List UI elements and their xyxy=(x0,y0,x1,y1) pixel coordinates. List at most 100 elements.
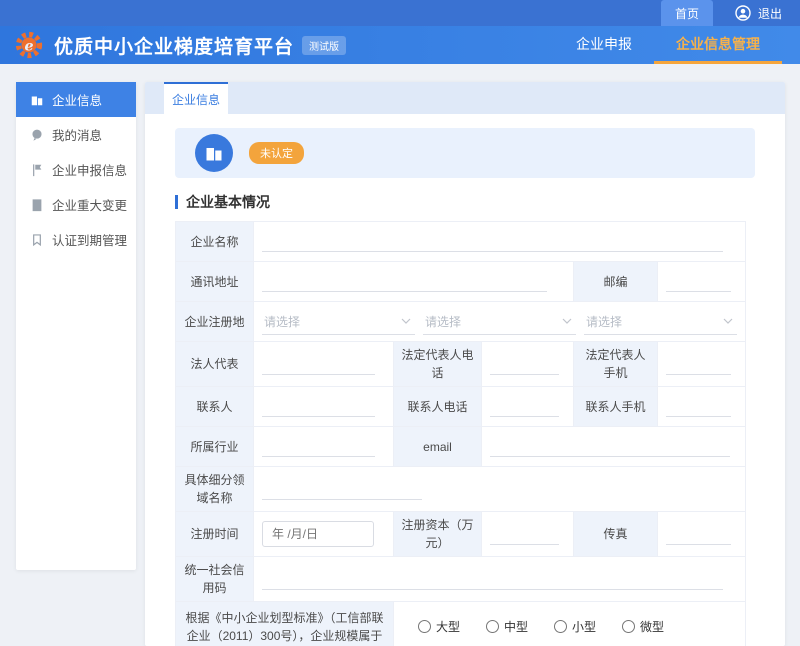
address-input[interactable] xyxy=(262,271,547,292)
section-accent-bar xyxy=(175,195,178,209)
enterprise-avatar xyxy=(195,134,233,172)
register-date-input[interactable] xyxy=(262,521,374,547)
radio-button[interactable] xyxy=(486,620,499,633)
field-label-industry: 所属行业 xyxy=(176,427,254,467)
subfield-input[interactable] xyxy=(262,479,422,500)
scale-radio-medium[interactable]: 中型 xyxy=(486,618,528,635)
declare-icon xyxy=(30,163,44,177)
section-header: 企业基本情况 xyxy=(175,192,755,212)
register-place-city-select[interactable]: 请选择 xyxy=(423,309,576,335)
enterprise-status-banner: 未认定 xyxy=(175,128,755,178)
legal-rep-mobile-input[interactable] xyxy=(666,354,731,375)
field-label-scale-question: 根据《中小企业划型标准》（工信部联企业（2011）300号），企业规模属于 xyxy=(176,602,394,646)
scale-radio-small[interactable]: 小型 xyxy=(554,618,596,635)
radio-label: 大型 xyxy=(436,618,460,635)
fax-input[interactable] xyxy=(666,524,731,545)
field-label-email: email xyxy=(394,427,482,467)
contact-mobile-input[interactable] xyxy=(666,396,731,417)
email-input[interactable] xyxy=(490,436,730,457)
field-label-fax: 传真 xyxy=(574,512,658,557)
version-badge: 测试版 xyxy=(302,36,346,55)
field-label-postcode: 邮编 xyxy=(574,262,658,302)
nav-item-enterprise-declare[interactable]: 企业申报 xyxy=(554,26,654,64)
logout-label: 退出 xyxy=(758,5,782,22)
radio-button[interactable] xyxy=(622,620,635,633)
company-name-input[interactable] xyxy=(262,231,723,252)
main-nav: 企业申报 企业信息管理 xyxy=(554,26,782,64)
field-label-company-name: 企业名称 xyxy=(176,222,254,262)
app-header: e 优质中小企业梯度培育平台 测试版 企业申报 企业信息管理 xyxy=(0,26,800,64)
register-place-district-select[interactable]: 请选择 xyxy=(584,309,737,335)
radio-button[interactable] xyxy=(554,620,567,633)
contact-phone-input[interactable] xyxy=(490,396,559,417)
field-label-credit-code: 统一社会信用码 xyxy=(176,557,254,602)
legal-rep-input[interactable] xyxy=(262,354,375,375)
field-label-contact-mobile: 联系人手机 xyxy=(574,387,658,427)
sidebar-item-label: 企业信息 xyxy=(52,90,102,109)
section-title: 企业基本情况 xyxy=(186,192,270,212)
nav-item-enterprise-info-manage[interactable]: 企业信息管理 xyxy=(654,26,782,64)
app-title: 优质中小企业梯度培育平台 xyxy=(54,32,294,59)
radio-button[interactable] xyxy=(418,620,431,633)
register-capital-input[interactable] xyxy=(490,524,559,545)
sidebar-item-enterprise-info[interactable]: 企业信息 xyxy=(16,82,136,117)
sidebar-item-label: 企业申报信息 xyxy=(52,160,127,179)
credit-code-input[interactable] xyxy=(262,569,723,590)
building-icon xyxy=(204,143,224,163)
home-button[interactable]: 首页 xyxy=(661,0,713,26)
contact-input[interactable] xyxy=(262,396,375,417)
app-logo-gear-icon: e xyxy=(14,30,44,60)
enterprise-basic-info-form: 企业名称 通讯地址 邮编 企业注册地 请选择 xyxy=(175,221,746,646)
sidebar-item-label: 我的消息 xyxy=(52,125,102,144)
field-label-subfield: 具体细分领域名称 xyxy=(176,467,254,512)
form-row-register-time: 注册时间 注册资本（万元） 传真 xyxy=(176,512,746,557)
logout-button[interactable]: 退出 xyxy=(735,5,782,22)
page-body: 企业信息 我的消息 企业申报信息 企业重大变更 认证到期管理 企业信息 xyxy=(0,64,800,646)
chevron-down-icon xyxy=(562,318,572,324)
top-utility-bar: 首页 退出 xyxy=(0,0,800,26)
sidebar: 企业信息 我的消息 企业申报信息 企业重大变更 认证到期管理 xyxy=(16,82,136,570)
field-label-contact-phone: 联系人电话 xyxy=(394,387,482,427)
form-row-subfield: 具体细分领域名称 xyxy=(176,467,746,512)
tab-content: 未认定 企业基本情况 企业名称 通讯地址 邮编 xyxy=(145,114,785,646)
field-label-register-capital: 注册资本（万元） xyxy=(394,512,482,557)
sidebar-item-my-messages[interactable]: 我的消息 xyxy=(16,117,136,152)
form-row-register-place: 企业注册地 请选择 请选择 请选择 xyxy=(176,302,746,342)
scale-radio-micro[interactable]: 微型 xyxy=(622,618,664,635)
status-badge: 未认定 xyxy=(249,142,304,164)
select-placeholder: 请选择 xyxy=(425,313,461,330)
tab-enterprise-info[interactable]: 企业信息 xyxy=(164,82,228,114)
register-place-selects: 请选择 请选择 请选择 xyxy=(262,309,737,335)
field-label-legal-rep: 法人代表 xyxy=(176,342,254,387)
form-row-legal-rep: 法人代表 法定代表人电话 法定代表人手机 xyxy=(176,342,746,387)
form-row-company-name: 企业名称 xyxy=(176,222,746,262)
chevron-down-icon xyxy=(723,318,733,324)
sidebar-item-cert-expiry[interactable]: 认证到期管理 xyxy=(16,222,136,257)
field-label-register-time: 注册时间 xyxy=(176,512,254,557)
legal-rep-phone-input[interactable] xyxy=(490,354,559,375)
radio-label: 微型 xyxy=(640,618,664,635)
scale-radio-large[interactable]: 大型 xyxy=(418,618,460,635)
message-icon xyxy=(30,128,44,142)
select-placeholder: 请选择 xyxy=(586,313,622,330)
user-avatar-icon xyxy=(735,5,751,21)
main-content-card: 企业信息 未认定 企业基本情况 企业名称 xyxy=(145,82,785,646)
field-label-address: 通讯地址 xyxy=(176,262,254,302)
tab-strip: 企业信息 xyxy=(145,82,785,114)
svg-text:e: e xyxy=(24,38,33,54)
field-label-legal-rep-phone: 法定代表人电话 xyxy=(394,342,482,387)
field-label-register-place: 企业注册地 xyxy=(176,302,254,342)
form-row-industry: 所属行业 email xyxy=(176,427,746,467)
building-icon xyxy=(30,93,44,107)
form-row-contact: 联系人 联系人电话 联系人手机 xyxy=(176,387,746,427)
industry-input[interactable] xyxy=(262,436,375,457)
sidebar-item-declare-info[interactable]: 企业申报信息 xyxy=(16,152,136,187)
form-row-address: 通讯地址 邮编 xyxy=(176,262,746,302)
postcode-input[interactable] xyxy=(666,271,731,292)
radio-label: 中型 xyxy=(504,618,528,635)
form-row-enterprise-scale: 根据《中小企业划型标准》（工信部联企业（2011）300号），企业规模属于 大型… xyxy=(176,602,746,646)
sidebar-item-major-change[interactable]: 企业重大变更 xyxy=(16,187,136,222)
form-row-credit-code: 统一社会信用码 xyxy=(176,557,746,602)
register-place-province-select[interactable]: 请选择 xyxy=(262,309,415,335)
field-label-contact: 联系人 xyxy=(176,387,254,427)
